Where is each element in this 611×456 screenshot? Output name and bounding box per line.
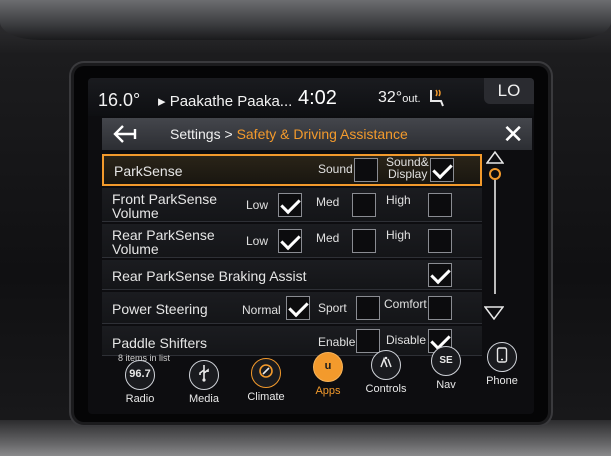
checkbox-sound-display[interactable] (430, 158, 454, 182)
opt-sound-display-label-2: Display (388, 167, 428, 181)
braking-assist-label: Rear ParkSense Braking Assist (112, 268, 307, 284)
scroll-up-icon[interactable] (486, 150, 504, 164)
dock-label: Phone (486, 375, 518, 387)
opt-disable-label: Disable (386, 333, 427, 347)
scroll-thumb[interactable] (489, 168, 501, 180)
heated-seat-icon[interactable] (428, 88, 446, 108)
dock-controls[interactable]: Controls (356, 350, 416, 410)
bezel-top-trim (0, 0, 611, 40)
front-volume-label-2: Volume (112, 205, 159, 221)
dock-phone[interactable]: Phone (472, 342, 532, 402)
front-opt-med-label: Med (316, 195, 340, 209)
dock-label: Media (189, 393, 219, 405)
front-opt-high-label: High (386, 193, 411, 207)
location-pin-icon: ▸ (158, 93, 166, 110)
dock-nav[interactable]: SE Nav (416, 346, 476, 406)
row-power-steering[interactable]: Power Steering Normal Sport Comfort (102, 292, 482, 324)
climate-icon (251, 358, 281, 388)
rear-volume-label: Rear ParkSense (112, 227, 215, 243)
row-front-parksense-volume[interactable]: Front ParkSense Volume Low Med High (102, 188, 482, 222)
close-icon[interactable]: ✕ (502, 120, 524, 148)
front-volume-label: Front ParkSense (112, 191, 218, 207)
apps-icon: u (313, 352, 343, 382)
rear-checkbox-low[interactable] (278, 229, 302, 253)
compass-icon: SE (431, 346, 461, 376)
rear-opt-med-label: Med (316, 231, 340, 245)
opt-comfort-label: Comfort (384, 297, 427, 311)
rear-opt-high-label: High (386, 228, 411, 242)
rear-checkbox-high[interactable] (428, 229, 452, 253)
row-rear-parksense-volume[interactable]: Rear ParkSense Volume Low Med High (102, 224, 482, 258)
lo-temp-badge[interactable]: LO (484, 78, 534, 104)
phone-icon (487, 342, 517, 372)
bottom-dock: 96.7 Radio Media Climate u Apps Controls (88, 342, 534, 414)
radio-icon: 96.7 (125, 360, 155, 390)
checkbox-comfort[interactable] (428, 296, 452, 320)
outside-temperature: 32°out. (378, 89, 421, 106)
settings-title-bar: Settings > Safety & Driving Assistance ✕ (102, 118, 532, 150)
parksense-label: ParkSense (114, 163, 183, 179)
infotainment-screen: 16.0° ▸ Paakathe Paaka... 4:02 32°out. L… (88, 78, 534, 414)
status-bar: 16.0° ▸ Paakathe Paaka... 4:02 32°out. L… (88, 78, 534, 116)
cabin-temperature[interactable]: 16.0° (98, 90, 140, 111)
power-steering-label: Power Steering (112, 301, 208, 317)
front-checkbox-low[interactable] (278, 193, 302, 217)
row-braking-assist[interactable]: Rear ParkSense Braking Assist (102, 260, 482, 290)
scroll-down-icon[interactable] (484, 306, 504, 320)
dock-label: Controls (365, 383, 407, 395)
dock-media[interactable]: Media (174, 360, 234, 414)
opt-normal-label: Normal (242, 303, 281, 317)
front-checkbox-med[interactable] (352, 193, 376, 217)
opt-sound-label: Sound (318, 162, 353, 176)
back-arrow-icon[interactable] (112, 124, 138, 144)
controls-icon (371, 350, 401, 380)
dock-label: Climate (247, 391, 285, 403)
dock-climate[interactable]: Climate (236, 358, 296, 414)
opt-sport-label: Sport (318, 301, 347, 315)
row-parksense[interactable]: ParkSense Sound Sound& Display (102, 154, 482, 186)
location-name: ▸ Paakathe Paaka... (158, 93, 293, 110)
front-checkbox-high[interactable] (428, 193, 452, 217)
rear-checkbox-med[interactable] (352, 229, 376, 253)
checkbox-sport[interactable] (356, 296, 380, 320)
dock-radio[interactable]: 96.7 Radio (110, 360, 170, 414)
rear-volume-label-2: Volume (112, 241, 159, 257)
breadcrumb: Settings > Safety & Driving Assistance (170, 126, 408, 142)
dock-label: Nav (436, 379, 456, 391)
breadcrumb-settings[interactable]: Settings (170, 126, 221, 142)
dock-apps[interactable]: u Apps (298, 352, 358, 412)
clock: 4:02 (298, 87, 337, 109)
front-opt-low-label: Low (246, 198, 269, 212)
breadcrumb-current: Safety & Driving Assistance (236, 126, 408, 142)
bezel-bottom-trim (0, 420, 611, 456)
checkbox-normal[interactable] (286, 296, 310, 320)
rear-opt-low-label: Low (246, 234, 269, 248)
dock-label: Radio (125, 393, 155, 405)
checkbox-braking-assist[interactable] (428, 263, 452, 287)
dock-label: Apps (315, 385, 341, 397)
scroll-track[interactable] (494, 174, 496, 294)
usb-icon (189, 360, 219, 390)
checkbox-sound[interactable] (354, 158, 378, 182)
